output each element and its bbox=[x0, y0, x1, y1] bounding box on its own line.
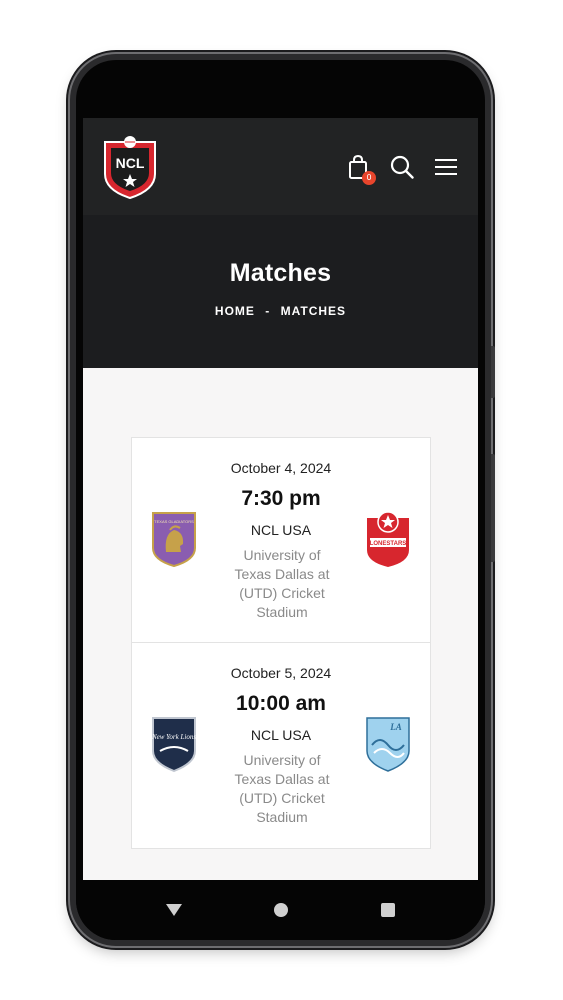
home-circle-icon[interactable] bbox=[274, 903, 289, 917]
texas-gladiators-logo[interactable]: TEXAS GLADIATORS bbox=[150, 510, 198, 568]
breadcrumb-home[interactable]: HOME bbox=[215, 304, 255, 318]
phone-side-button bbox=[491, 346, 495, 398]
page-hero: Matches HOME - MATCHES bbox=[83, 215, 478, 368]
menu-button[interactable] bbox=[432, 153, 460, 181]
ncl-logo[interactable]: NCL bbox=[101, 134, 159, 200]
header-icons: 0 bbox=[344, 153, 460, 185]
logo-text: LONESTARS bbox=[370, 541, 407, 547]
cart-count-badge: 0 bbox=[362, 170, 376, 185]
match-time: 7:30 pm bbox=[241, 487, 321, 510]
site-header: NCL 0 bbox=[83, 118, 478, 215]
main-content: October 4, 2024 7:30 pm NCL USA Universi… bbox=[83, 368, 478, 881]
logo-text: New York Lions bbox=[151, 733, 196, 741]
match-venue: University of Texas Dallas at (UTD) Cric… bbox=[234, 547, 330, 620]
search-icon bbox=[390, 155, 414, 179]
page-title: Matches bbox=[229, 259, 332, 287]
back-triangle-icon[interactable] bbox=[166, 904, 183, 916]
phone-frame: NCL 0 Matches HOME - MATCHES October 4, … bbox=[70, 54, 495, 946]
hamburger-menu-icon bbox=[435, 158, 457, 175]
cart-button[interactable]: 0 bbox=[344, 153, 376, 185]
phone-side-button bbox=[491, 454, 495, 562]
android-nav-bar bbox=[76, 880, 485, 940]
logo-text: TEXAS GLADIATORS bbox=[154, 519, 194, 524]
breadcrumb: HOME - MATCHES bbox=[83, 304, 478, 318]
search-button[interactable] bbox=[388, 153, 416, 181]
screen: NCL 0 Matches HOME - MATCHES October 4, … bbox=[83, 118, 478, 881]
match-date: October 5, 2024 bbox=[230, 665, 332, 681]
la-logo[interactable]: LA bbox=[364, 715, 412, 773]
match-card[interactable]: October 4, 2024 7:30 pm NCL USA Universi… bbox=[131, 437, 431, 643]
match-venue: University of Texas Dallas at (UTD) Cric… bbox=[234, 752, 330, 825]
lonestars-logo[interactable]: LONESTARS bbox=[364, 510, 412, 568]
phone-bezel: NCL 0 Matches HOME - MATCHES October 4, … bbox=[76, 60, 485, 940]
match-time: 10:00 am bbox=[236, 692, 326, 715]
match-card[interactable]: October 5, 2024 10:00 am NCL USA Univers… bbox=[131, 643, 431, 849]
match-list: October 4, 2024 7:30 pm NCL USA Universi… bbox=[131, 437, 431, 849]
match-date: October 4, 2024 bbox=[230, 460, 332, 476]
breadcrumb-current: MATCHES bbox=[280, 304, 347, 318]
logo-text: LA bbox=[389, 722, 402, 732]
new-york-lions-logo[interactable]: New York Lions bbox=[150, 715, 198, 773]
logo-text: NCL bbox=[116, 155, 145, 171]
recent-square-icon[interactable] bbox=[380, 903, 395, 917]
breadcrumb-separator: - bbox=[265, 304, 271, 318]
